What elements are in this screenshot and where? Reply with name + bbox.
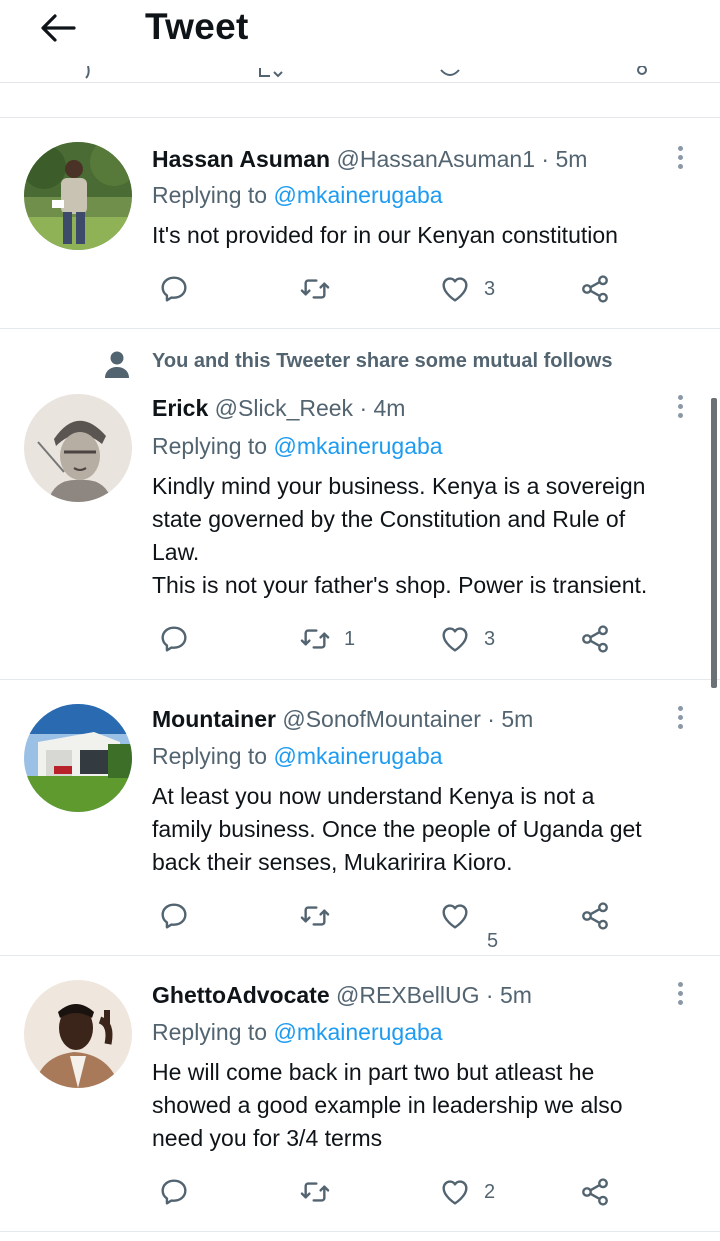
tweet-text-line: back their senses, Mukaririra Kioro. — [152, 849, 513, 875]
back-button[interactable] — [36, 8, 80, 48]
like-count: 3 — [484, 277, 496, 300]
more-options-button[interactable] — [668, 978, 692, 1008]
more-options-button[interactable] — [668, 702, 692, 732]
replying-to: Replying to @mkainerugaba — [152, 431, 443, 461]
tweet-text-line: This is not your father's shop. Power is… — [152, 572, 648, 598]
share-button[interactable] — [578, 273, 612, 305]
tweet-card[interactable]: You and this Tweeter share some mutual f… — [0, 329, 720, 679]
tweet-card[interactable]: Mountainer @SonofMountainer · 5m Replyin… — [0, 680, 720, 955]
reply-button[interactable] — [158, 1176, 202, 1208]
retweet-button[interactable] — [298, 1176, 344, 1208]
tweet-text-line: Law. — [152, 539, 200, 565]
author-handle[interactable]: @SonofMountainer — [282, 706, 481, 732]
retweet-button[interactable] — [298, 900, 344, 932]
mutual-follows-note: You and this Tweeter share some mutual f… — [152, 350, 613, 372]
like-count: 5 — [487, 930, 499, 952]
reply-button[interactable] — [158, 273, 202, 305]
retweet-count: 1 — [344, 627, 356, 650]
arrow-left-icon — [41, 14, 76, 42]
reply-icon — [158, 900, 190, 932]
mention-link[interactable]: @mkainerugaba — [273, 182, 442, 208]
share-button[interactable] — [578, 900, 612, 932]
replying-to-label: Replying to — [152, 1019, 268, 1045]
share-button[interactable] — [578, 623, 612, 655]
scrollbar-thumb[interactable] — [711, 398, 717, 688]
replying-to: Replying to @mkainerugaba — [152, 741, 443, 771]
tweet-text-line: At least you now understand Kenya is not… — [152, 783, 595, 809]
author-name[interactable]: Mountainer — [152, 706, 276, 732]
tweet-text-line: showed a good example in leadership we a… — [152, 1092, 623, 1118]
mention-link[interactable]: @mkainerugaba — [273, 433, 442, 459]
retweet-icon — [298, 900, 332, 932]
tweet-text-line: Kindly mind your business. Kenya is a so… — [152, 473, 646, 499]
avatar[interactable] — [24, 394, 132, 502]
reply-button[interactable] — [158, 623, 202, 655]
like-count: 3 — [484, 627, 496, 650]
replying-to: Replying to @mkainerugaba — [152, 180, 443, 210]
tweet-header: GhettoAdvocate @REXBellUG · 5m — [152, 980, 532, 1010]
share-icon — [578, 900, 612, 932]
heart-icon — [438, 1176, 472, 1208]
share-icon — [578, 623, 612, 655]
author-handle[interactable]: @REXBellUG — [336, 982, 480, 1008]
more-options-button[interactable] — [668, 142, 692, 172]
replying-to-label: Replying to — [152, 182, 268, 208]
replying-to-label: Replying to — [152, 433, 268, 459]
retweet-button[interactable] — [298, 273, 344, 305]
like-button[interactable]: 2 — [438, 1176, 495, 1208]
timestamp: · 5m — [485, 982, 532, 1008]
person-icon — [105, 351, 129, 378]
like-count: 2 — [484, 1180, 496, 1203]
tweet-header: Hassan Asuman @HassanAsuman1 · 5m — [152, 144, 587, 174]
author-name[interactable]: GhettoAdvocate — [152, 982, 330, 1008]
heart-icon — [438, 273, 472, 305]
tweet-header: Erick @Slick_Reek · 4m — [152, 393, 405, 423]
previous-tweet-actions-partial — [0, 66, 720, 86]
heart-icon — [438, 900, 472, 932]
retweet-icon — [298, 1176, 332, 1208]
avatar[interactable] — [24, 704, 132, 812]
tweet-text-line: He will come back in part two but atleas… — [152, 1059, 595, 1085]
share-button[interactable] — [578, 1176, 612, 1208]
like-button[interactable] — [438, 900, 472, 932]
tweet-card[interactable]: Hassan Asuman @HassanAsuman1 · 5m Replyi… — [0, 118, 720, 328]
mention-link[interactable]: @mkainerugaba — [273, 1019, 442, 1045]
like-button[interactable]: 3 — [438, 273, 495, 305]
tweet-text-line: need you for 3/4 terms — [152, 1125, 383, 1151]
top-bar: Tweet — [0, 0, 720, 83]
retweet-button[interactable]: 1 — [298, 623, 355, 655]
author-name[interactable]: Hassan Asuman — [152, 146, 330, 172]
replying-to-label: Replying to — [152, 743, 268, 769]
tweet-header: Mountainer @SonofMountainer · 5m — [152, 704, 533, 734]
tweet-text-line: family business. Once the people of Ugan… — [152, 816, 642, 842]
divider — [0, 1231, 720, 1232]
reply-icon — [158, 623, 190, 655]
timestamp: · 5m — [487, 706, 534, 732]
timestamp: · 5m — [541, 146, 588, 172]
mention-link[interactable]: @mkainerugaba — [273, 743, 442, 769]
tweet-text-line: It's not provided for in our Kenyan cons… — [152, 222, 618, 248]
replying-to: Replying to @mkainerugaba — [152, 1017, 443, 1047]
share-icon — [578, 1176, 612, 1208]
reply-icon — [158, 1176, 190, 1208]
avatar[interactable] — [24, 980, 132, 1088]
tweet-card[interactable]: GhettoAdvocate @REXBellUG · 5m Replying … — [0, 956, 720, 1231]
author-handle[interactable]: @Slick_Reek — [215, 395, 353, 421]
reply-button[interactable] — [158, 900, 202, 932]
author-handle[interactable]: @HassanAsuman1 — [337, 146, 536, 172]
author-name[interactable]: Erick — [152, 395, 208, 421]
page-title: Tweet — [145, 6, 249, 47]
like-button[interactable]: 3 — [438, 623, 495, 655]
reply-icon — [158, 273, 190, 305]
retweet-icon — [298, 273, 332, 305]
share-icon — [578, 273, 612, 305]
tweet-text-line: state governed by the Constitution and R… — [152, 506, 626, 532]
more-options-button[interactable] — [668, 391, 692, 421]
retweet-icon — [298, 623, 332, 655]
timestamp: · 4m — [359, 395, 406, 421]
avatar[interactable] — [24, 142, 132, 250]
heart-icon — [438, 623, 472, 655]
